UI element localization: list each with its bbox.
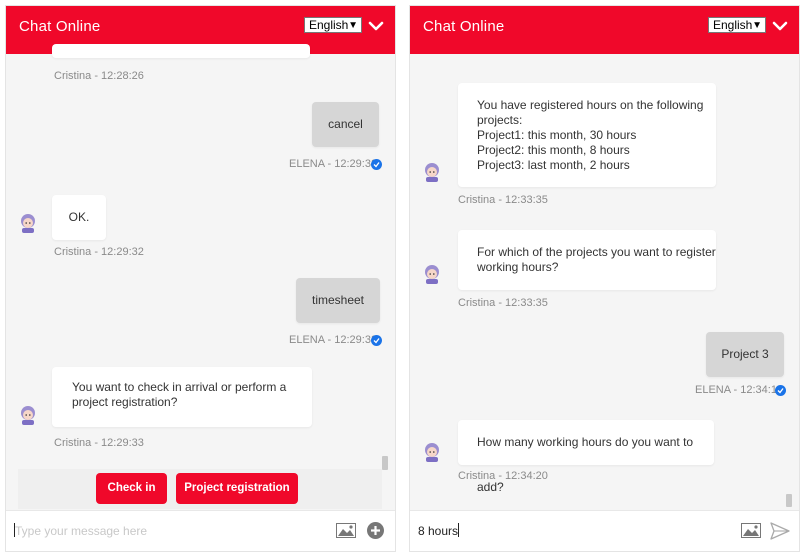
user-message-bubble: timesheet [296, 278, 380, 323]
chat-window-left: Chat Online English ▼ Cristina - 12:28:2… [5, 5, 396, 552]
message-meta: ELENA - 12:29:32 [289, 158, 378, 170]
message-text: OK. [68, 210, 90, 224]
chat-title: Chat Online [19, 18, 101, 35]
message-line: For which of the projects you want to re… [477, 245, 716, 259]
message-composer: Type your message here [6, 510, 395, 551]
bot-message-bubble: How many working hours do you want to ad… [458, 420, 714, 494]
message-line: Project3: last month, 2 hours [477, 158, 630, 172]
bot-avatar-icon [21, 214, 35, 233]
language-select[interactable]: English ▼ [708, 17, 766, 33]
check-in-button[interactable]: Check in [96, 473, 167, 504]
read-check-icon [371, 159, 382, 170]
message-text: How many working hours do you want to ad… [477, 435, 694, 494]
message-input[interactable]: 8 hours [418, 523, 460, 538]
minimize-chevron-icon[interactable] [772, 20, 788, 32]
message-composer: 8 hours [410, 510, 799, 551]
send-icon[interactable] [770, 522, 790, 540]
add-attachment-icon[interactable] [367, 522, 384, 539]
language-select[interactable]: English ▼ [304, 17, 362, 33]
message-line: Project2: this month, 8 hours [477, 143, 630, 157]
bot-avatar-icon [425, 265, 439, 284]
message-line: You want to check in arrival or perform … [72, 380, 287, 394]
bot-message-bubble: OK. [52, 195, 106, 240]
message-line: You have registered hours on the followi… [477, 98, 704, 112]
quick-replies: Check in Project registration [18, 469, 382, 509]
chat-window-right: Chat Online English ▼ You have registere… [409, 5, 800, 552]
bot-message-bubble [52, 44, 310, 58]
project-registration-button[interactable]: Project registration [176, 473, 298, 504]
message-meta: Cristina - 12:33:35 [458, 194, 548, 206]
message-line: project registration? [72, 395, 178, 409]
read-check-icon [371, 335, 382, 346]
scrollbar-thumb[interactable] [382, 456, 388, 470]
image-upload-icon[interactable] [741, 523, 761, 538]
message-meta: ELENA - 12:29:33 [289, 334, 378, 346]
chat-title: Chat Online [423, 18, 505, 35]
bot-avatar-icon [21, 406, 35, 425]
bot-avatar-icon [425, 443, 439, 462]
bot-message-bubble: For which of the projects you want to re… [458, 230, 716, 290]
message-text: timesheet [311, 293, 365, 307]
bot-avatar-icon [425, 163, 439, 182]
user-message-bubble: cancel [312, 102, 379, 147]
language-select-value: English [713, 18, 753, 32]
image-upload-icon[interactable] [336, 523, 356, 538]
message-meta: ELENA - 12:34:19 [695, 384, 784, 396]
message-meta: Cristina - 12:34:20 [458, 470, 548, 482]
message-meta: Cristina - 12:29:33 [54, 437, 144, 449]
chat-header: Chat Online English ▼ [410, 6, 799, 54]
message-text: cancel [328, 117, 363, 131]
message-input-value: 8 hours [418, 524, 459, 538]
text-cursor [458, 523, 460, 537]
language-select-value: English [309, 18, 349, 32]
scrollbar-thumb[interactable] [786, 494, 792, 507]
message-line: working hours? [477, 260, 559, 274]
read-check-icon [775, 385, 786, 396]
bot-message-bubble: You want to check in arrival or perform … [52, 367, 312, 427]
minimize-chevron-icon[interactable] [368, 20, 384, 32]
message-meta: Cristina - 12:33:35 [458, 297, 548, 309]
message-meta: Cristina - 12:28:26 [54, 70, 144, 82]
message-meta: Cristina - 12:29:32 [54, 246, 144, 258]
message-input-placeholder: Type your message here [15, 524, 148, 538]
message-line: projects: [477, 113, 523, 127]
message-line: Project1: this month, 30 hours [477, 128, 637, 142]
user-message-bubble: Project 3 [706, 332, 784, 377]
message-input[interactable]: Type your message here [14, 523, 147, 538]
chevron-down-icon: ▼ [348, 20, 358, 31]
message-text: Project 3 [721, 347, 769, 361]
bot-message-bubble: You have registered hours on the followi… [458, 83, 716, 187]
chevron-down-icon: ▼ [752, 20, 762, 31]
